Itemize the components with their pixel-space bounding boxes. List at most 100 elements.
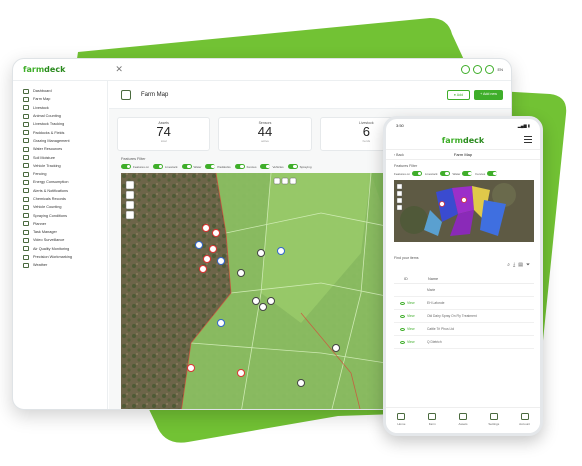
sidebar-item[interactable]: Fencing — [13, 170, 107, 178]
sidebar-item[interactable]: Precision Workmarking — [13, 253, 107, 261]
table-row: View EH Lafonde — [394, 297, 534, 310]
sidebar-item-label: Weather — [33, 263, 48, 268]
phone-features-label: Features Filter — [394, 164, 418, 168]
sidebar-item[interactable]: Vehicle Tracking — [13, 162, 107, 170]
tab-assets[interactable]: Assets — [448, 408, 479, 433]
sidebar-item-label: Fencing — [33, 172, 47, 177]
settings-icon[interactable] — [461, 65, 471, 74]
sidebar-item[interactable]: Task Manager — [13, 228, 107, 236]
sidebar-item[interactable]: Farm Map — [13, 95, 107, 103]
sidebar-item[interactable]: Water Resources — [13, 145, 107, 153]
sidebar-item[interactable]: Soil Moisture — [13, 153, 107, 161]
sidebar-item[interactable]: Livestock Tracking — [13, 120, 107, 128]
sidebar-item[interactable]: Livestock — [13, 104, 107, 112]
toggle-label: Livestock — [425, 171, 438, 176]
tab-settings[interactable]: Settings — [478, 408, 509, 433]
sidebar-item[interactable]: Planner — [13, 220, 107, 228]
sidebar-item-label: Farm Map — [33, 97, 51, 102]
toggle-switch[interactable] — [462, 171, 473, 176]
feature-toggle[interactable]: Livestock — [153, 164, 178, 169]
add-new-button[interactable]: + Add new — [474, 89, 503, 100]
tab-farm[interactable]: Farm — [417, 408, 448, 433]
toggle-switch[interactable] — [412, 171, 423, 176]
tab-label: Home — [397, 422, 406, 426]
sidebar-item[interactable]: Dashboard — [13, 87, 107, 95]
feature-toggle[interactable]: Paddocks — [205, 164, 231, 169]
column-header-id: ID — [404, 276, 408, 281]
columns-icon[interactable]: ▤ — [518, 262, 523, 268]
feature-toggle[interactable]: Vehicles — [260, 164, 284, 169]
stat-value: 44 — [257, 124, 273, 139]
phone-status-bar: 3:50 ▂▄▆ ▮ — [386, 119, 540, 131]
sidebar-item[interactable]: Air Quality Monitoring — [13, 245, 107, 253]
table-tools: ⌕ ⤓ ▤ ⏷ — [386, 262, 530, 268]
sidebar-item[interactable]: Grazing Management — [13, 137, 107, 145]
tab-label: Account — [519, 422, 530, 426]
feature-toggle[interactable]: Livestock — [425, 171, 450, 176]
user-avatar-icon[interactable] — [485, 65, 495, 74]
language-label[interactable]: EN — [497, 67, 503, 72]
sidebar-item[interactable]: Weather — [13, 261, 107, 269]
sidebar-item-icon — [23, 179, 29, 185]
sidebar-item[interactable]: Paddocks & Fields — [13, 128, 107, 136]
sidebar-item[interactable]: Energy Consumption — [13, 178, 107, 186]
toggle-label: Features on — [394, 171, 411, 176]
sidebar-item-label: Livestock — [33, 105, 49, 110]
sidebar-item-icon — [23, 138, 29, 144]
toggle-switch[interactable] — [234, 164, 245, 169]
download-icon[interactable]: ⤓ — [513, 262, 515, 268]
sidebar-item-icon — [23, 254, 29, 260]
view-link[interactable]: View — [407, 314, 421, 318]
feature-toggle[interactable]: Features on — [394, 171, 423, 176]
feature-toggle[interactable]: Fences — [234, 164, 256, 169]
sidebar-item[interactable]: Alerts & Notifications — [13, 187, 107, 195]
search-icon[interactable]: ⌕ — [507, 262, 510, 268]
page-title: Farm Map — [141, 91, 169, 98]
sidebar-item[interactable]: Vehicle Counting — [13, 203, 107, 211]
feature-toggle[interactable]: Features on — [121, 164, 149, 169]
row-name: EH Lafonde — [427, 301, 445, 305]
feature-toggle[interactable]: Spraying — [287, 164, 311, 169]
sidebar-item-icon — [23, 246, 29, 252]
toggle-switch[interactable] — [121, 164, 131, 169]
phone-map-canvas[interactable] — [394, 180, 534, 242]
view-link[interactable]: View — [407, 340, 421, 344]
secondary-button[interactable]: ● Add — [446, 89, 471, 100]
filter-icon[interactable]: ⏷ — [526, 262, 530, 268]
top-bar: farmdeck ✕ EN — [13, 59, 511, 81]
toggle-switch[interactable] — [260, 164, 271, 169]
sidebar-item[interactable]: Chemicals Records — [13, 195, 107, 203]
row-name: Old Dairy Spray On Fly Treatment — [427, 314, 477, 318]
tab-account[interactable]: Account — [509, 408, 540, 433]
toggle-switch[interactable] — [153, 164, 164, 169]
hamburger-menu-icon[interactable] — [524, 136, 532, 145]
view-icon[interactable] — [400, 327, 405, 331]
sidebar-item-icon — [23, 146, 29, 152]
toggle-label: Fences — [475, 171, 486, 176]
sidebar-item[interactable]: Spraying Conditions — [13, 211, 107, 219]
sidebar-item[interactable]: Animal Counting — [13, 112, 107, 120]
notifications-icon[interactable] — [473, 65, 483, 74]
toggle-switch[interactable] — [487, 171, 498, 176]
view-icon[interactable] — [400, 301, 405, 305]
toggle-switch[interactable] — [181, 164, 192, 169]
view-link[interactable]: View — [407, 301, 421, 305]
sidebar-item[interactable]: Video Surveillance — [13, 236, 107, 244]
view-icon[interactable] — [400, 340, 405, 344]
tab-label: Settings — [488, 422, 500, 426]
toggle-switch[interactable] — [439, 171, 450, 176]
toggle-switch[interactable] — [205, 164, 216, 169]
close-icon[interactable]: ✕ — [115, 64, 123, 75]
tab-icon — [458, 413, 467, 420]
view-link[interactable]: View — [407, 327, 421, 331]
feature-toggle[interactable]: Water — [181, 164, 201, 169]
tab-home[interactable]: Home — [386, 408, 417, 433]
sidebar-item-icon — [23, 163, 29, 169]
row-name: Marie — [427, 288, 436, 292]
sidebar-item-label: Animal Counting — [33, 114, 61, 119]
feature-toggle[interactable]: Fences — [475, 171, 498, 176]
feature-toggle[interactable]: Water — [453, 171, 473, 176]
toggle-switch[interactable] — [287, 164, 298, 169]
view-icon[interactable] — [400, 314, 405, 318]
phone-farm-map[interactable] — [394, 180, 534, 242]
